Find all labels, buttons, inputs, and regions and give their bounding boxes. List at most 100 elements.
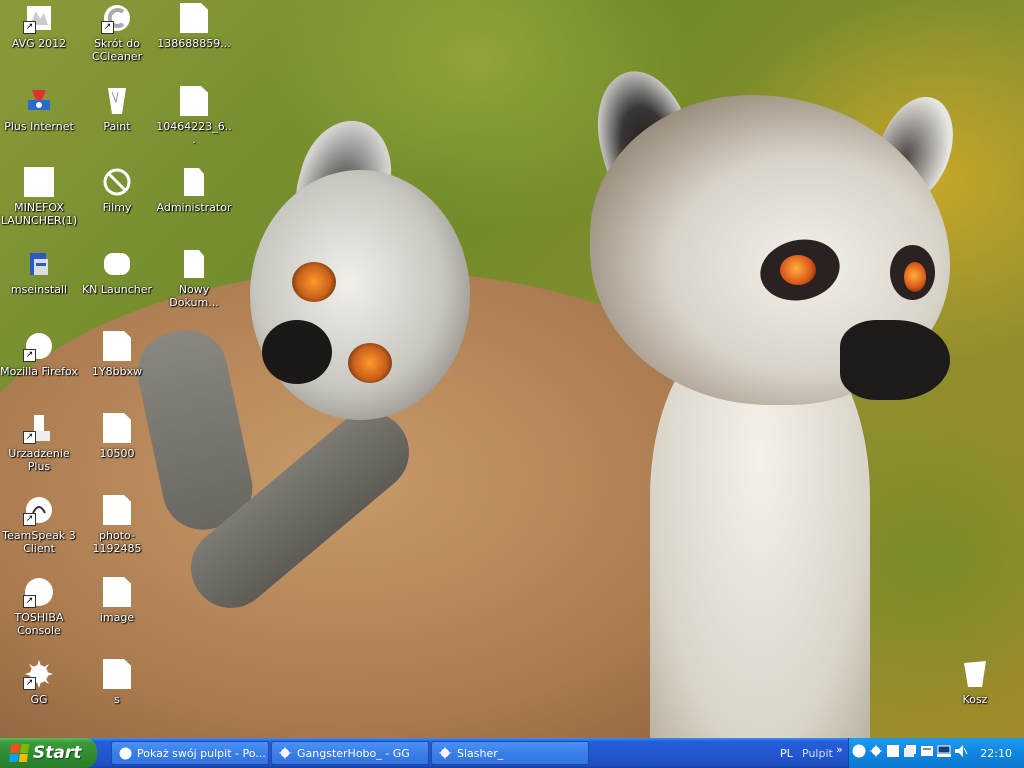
speaker-icon[interactable] (954, 744, 968, 762)
windows-logo-icon (8, 744, 30, 762)
wallpaper-baby-eye (348, 343, 392, 383)
paint-icon (101, 85, 133, 117)
wallpaper-lemur-eye (780, 255, 816, 285)
desktop-icon-10464223[interactable]: 10464223_6... (155, 85, 233, 146)
desktop-icon-label: Urzadzenie Plus (8, 447, 70, 473)
desktop-icon-nowy-dokument[interactable]: Nowy Dokum... (155, 248, 233, 309)
taskbar-button-browser[interactable]: Pokaż swój pulpit - Po... (111, 741, 269, 765)
desktop-icon-label: s (114, 693, 120, 706)
window-icon[interactable] (903, 744, 917, 762)
clock[interactable]: 22:10 (980, 747, 1012, 760)
desktop-icon-label: TeamSpeak 3 Client (2, 529, 76, 555)
circle-icon[interactable] (852, 744, 866, 762)
device-icon: ↗ (23, 412, 55, 444)
desktop-icon-urzadzenie-plus[interactable]: ↗ Urzadzenie Plus (0, 412, 78, 473)
desktop-icon-teamspeak[interactable]: ↗ TeamSpeak 3 Client (0, 494, 78, 555)
document-icon (178, 85, 210, 117)
desktop-icon-kn-launcher[interactable]: KN Launcher (78, 248, 156, 296)
gg-icon (438, 746, 452, 760)
desktop-icon-filmy[interactable]: Filmy (78, 166, 156, 214)
printer-icon[interactable] (920, 744, 934, 762)
desktop-icon-label: 10464223_6... (156, 120, 232, 146)
desktop-icon-recycle-bin[interactable]: Kosz (936, 658, 1014, 706)
no-entry-icon (101, 166, 133, 198)
desktop-icon-label: Administrator (156, 201, 232, 214)
desktop-icon-minefox-launcher[interactable]: MINEFOX LAUNCHER(1) (0, 166, 78, 227)
taskbar-button-gg-chat[interactable]: GangsterHobo_ - GG (271, 741, 429, 765)
folder-icon (178, 166, 210, 198)
firefox-icon: ↗ (23, 330, 55, 362)
wallpaper-baby-eye (292, 262, 336, 302)
desktop-icon-label: GG (30, 693, 48, 706)
document-icon (101, 576, 133, 608)
launcher-icon (101, 248, 133, 280)
desktop-icon-plus-internet[interactable]: Plus Internet (0, 85, 78, 133)
wallpaper-lemur-eye (904, 262, 926, 292)
desktop-toolbar-label[interactable]: Pulpit (802, 747, 833, 760)
desktop-icon-mseinstall[interactable]: mseinstall (0, 248, 78, 296)
task-label: GangsterHobo_ - GG (297, 746, 410, 760)
toolbar-chevron[interactable]: » (836, 743, 843, 756)
desktop-icon-firefox[interactable]: ↗ Mozilla Firefox (0, 330, 78, 378)
text-document-icon (178, 248, 210, 280)
desktop-icon-label: Paint (103, 120, 131, 133)
desktop-icon-label: Mozilla Firefox (0, 365, 78, 378)
desktop-icon-10500[interactable]: 10500 (78, 412, 156, 460)
document-icon (101, 494, 133, 526)
desktop-icon-ccleaner[interactable]: ↗ Skrót do CCleaner (78, 2, 156, 63)
start-label: Start (33, 743, 82, 763)
ccleaner-icon: ↗ (101, 2, 133, 34)
recycle-bin-icon (959, 658, 991, 690)
document-icon (23, 166, 55, 198)
desktop-icon-label: 138688859... (157, 37, 231, 50)
desktop-icon-paint[interactable]: Paint (78, 85, 156, 133)
desktop-icon-photo-1192485[interactable]: photo-1192485 (78, 494, 156, 555)
desktop-icon-label: Filmy (102, 201, 132, 214)
desktop-icon-label: Skrót do CCleaner (91, 37, 143, 63)
desktop-icon-image[interactable]: image (78, 576, 156, 624)
desktop-icon-toshiba-console[interactable]: ↗ TOSHIBA Console (0, 576, 78, 637)
window-icon[interactable] (886, 744, 900, 762)
desktop-wallpaper: ↗ AVG 2012 Plus Internet MINEFOX LAUNCHE… (0, 0, 1024, 738)
document-icon (101, 330, 133, 362)
avg-icon: ↗ (23, 2, 55, 34)
desktop-icon-label: image (99, 611, 135, 624)
desktop-icon-1y8bbxw[interactable]: 1Y8bbxw (78, 330, 156, 378)
teamspeak-icon: ↗ (23, 494, 55, 526)
desktop-icon-label: Plus Internet (4, 120, 74, 133)
gg-icon[interactable] (869, 744, 883, 762)
taskbar: Start Pokaż swój pulpit - Po... Gangster… (0, 738, 1024, 768)
desktop-icon-gg[interactable]: ↗ GG (0, 658, 78, 706)
gg-icon: ↗ (23, 658, 55, 690)
desktop-icon-avg[interactable]: ↗ AVG 2012 (0, 2, 78, 50)
task-label: Pokaż swój pulpit - Po... (137, 746, 266, 760)
start-button[interactable]: Start (0, 738, 97, 768)
plus-internet-icon (23, 85, 55, 117)
installer-icon (23, 248, 55, 280)
task-label: Slasher_ (457, 746, 504, 760)
desktop-icon-138688859[interactable]: 138688859... (155, 2, 233, 50)
desktop-icon-label: photo-1192485 (92, 529, 142, 555)
gg-icon (278, 746, 292, 760)
document-icon (101, 658, 133, 690)
document-icon (101, 412, 133, 444)
desktop-icon-label: TOSHIBA Console (14, 611, 64, 637)
wallpaper-baby-head (250, 170, 470, 420)
desktop-icon-label: Kosz (962, 693, 988, 706)
desktop-icon-label: AVG 2012 (11, 37, 67, 50)
wallpaper-lemur-nose (840, 320, 950, 400)
browser-icon (118, 746, 132, 760)
toshiba-icon: ↗ (23, 576, 55, 608)
desktop-icon-label: 1Y8bbxw (91, 365, 143, 378)
network-icon[interactable] (937, 744, 952, 762)
system-tray: 22:10 (848, 738, 1024, 768)
desktop-icon-administrator[interactable]: Administrator (155, 166, 233, 214)
desktop-icon-label: KN Launcher (81, 283, 153, 296)
desktop-icon-s[interactable]: s (78, 658, 156, 706)
language-indicator[interactable]: PL (780, 747, 793, 760)
desktop-icon-label: 10500 (99, 447, 135, 460)
desktop-icon-label: mseinstall (10, 283, 68, 296)
desktop-icon-label: MINEFOX LAUNCHER(1) (0, 201, 78, 227)
taskbar-button-gg-chat[interactable]: Slasher_ (431, 741, 589, 765)
wallpaper-baby-nose (262, 320, 332, 384)
